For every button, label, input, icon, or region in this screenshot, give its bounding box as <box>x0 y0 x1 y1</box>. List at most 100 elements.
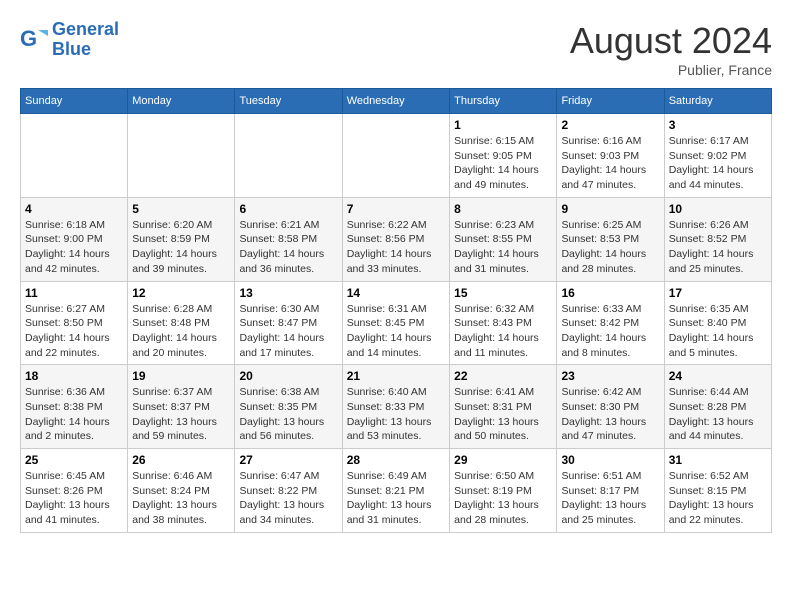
calendar-cell <box>21 114 128 198</box>
location: Publier, France <box>570 62 772 78</box>
day-number: 4 <box>25 202 123 216</box>
day-info: Sunrise: 6:47 AM Sunset: 8:22 PM Dayligh… <box>239 469 337 528</box>
day-number: 31 <box>669 453 767 467</box>
day-number: 23 <box>561 369 659 383</box>
day-number: 11 <box>25 286 123 300</box>
day-info: Sunrise: 6:50 AM Sunset: 8:19 PM Dayligh… <box>454 469 552 528</box>
day-info: Sunrise: 6:23 AM Sunset: 8:55 PM Dayligh… <box>454 218 552 277</box>
calendar-cell: 31 Sunrise: 6:52 AM Sunset: 8:15 PM Dayli… <box>664 449 771 533</box>
day-number: 14 <box>347 286 445 300</box>
svg-text:G: G <box>20 26 37 51</box>
day-info: Sunrise: 6:18 AM Sunset: 9:00 PM Dayligh… <box>25 218 123 277</box>
day-of-week-header: Saturday <box>664 89 771 114</box>
day-number: 24 <box>669 369 767 383</box>
calendar-cell <box>128 114 235 198</box>
calendar-cell: 16 Sunrise: 6:33 AM Sunset: 8:42 PM Dayli… <box>557 281 664 365</box>
calendar-cell: 17 Sunrise: 6:35 AM Sunset: 8:40 PM Dayli… <box>664 281 771 365</box>
calendar-cell: 6Sunrise: 6:21 AM Sunset: 8:58 PM Daylig… <box>235 197 342 281</box>
day-number: 25 <box>25 453 123 467</box>
calendar-cell: 19Sunrise: 6:37 AM Sunset: 8:37 PM Dayli… <box>128 365 235 449</box>
logo-line2: Blue <box>52 39 91 59</box>
day-of-week-header: Monday <box>128 89 235 114</box>
calendar-cell: 7 Sunrise: 6:22 AM Sunset: 8:56 PM Daylig… <box>342 197 449 281</box>
day-number: 13 <box>239 286 337 300</box>
page-header: G General Blue August 2024 Publier, Fran… <box>20 20 772 78</box>
day-info: Sunrise: 6:28 AM Sunset: 8:48 PM Dayligh… <box>132 302 230 361</box>
calendar-cell: 12Sunrise: 6:28 AM Sunset: 8:48 PM Dayli… <box>128 281 235 365</box>
calendar-cell: 11 Sunrise: 6:27 AM Sunset: 8:50 PM Dayli… <box>21 281 128 365</box>
logo-icon: G <box>20 26 48 54</box>
day-of-week-header: Tuesday <box>235 89 342 114</box>
day-number: 10 <box>669 202 767 216</box>
day-number: 17 <box>669 286 767 300</box>
calendar-cell: 22Sunrise: 6:41 AM Sunset: 8:31 PM Dayli… <box>450 365 557 449</box>
day-info: Sunrise: 6:51 AM Sunset: 8:17 PM Dayligh… <box>561 469 659 528</box>
calendar-body: 1 Sunrise: 6:15 AM Sunset: 9:05 PM Daylig… <box>21 114 772 533</box>
title-block: August 2024 Publier, France <box>570 20 772 78</box>
day-info: Sunrise: 6:26 AM Sunset: 8:52 PM Dayligh… <box>669 218 767 277</box>
day-number: 15 <box>454 286 552 300</box>
day-of-week-header: Friday <box>557 89 664 114</box>
day-number: 26 <box>132 453 230 467</box>
calendar-week-row: 4 Sunrise: 6:18 AM Sunset: 9:00 PM Daylig… <box>21 197 772 281</box>
day-info: Sunrise: 6:52 AM Sunset: 8:15 PM Dayligh… <box>669 469 767 528</box>
calendar-cell: 15 Sunrise: 6:32 AM Sunset: 8:43 PM Dayli… <box>450 281 557 365</box>
day-number: 30 <box>561 453 659 467</box>
day-info: Sunrise: 6:46 AM Sunset: 8:24 PM Dayligh… <box>132 469 230 528</box>
calendar-cell: 24Sunrise: 6:44 AM Sunset: 8:28 PM Dayli… <box>664 365 771 449</box>
calendar-cell: 30 Sunrise: 6:51 AM Sunset: 8:17 PM Dayli… <box>557 449 664 533</box>
day-number: 29 <box>454 453 552 467</box>
day-info: Sunrise: 6:25 AM Sunset: 8:53 PM Dayligh… <box>561 218 659 277</box>
day-number: 28 <box>347 453 445 467</box>
day-info: Sunrise: 6:32 AM Sunset: 8:43 PM Dayligh… <box>454 302 552 361</box>
calendar-week-row: 1 Sunrise: 6:15 AM Sunset: 9:05 PM Daylig… <box>21 114 772 198</box>
calendar-cell: 21Sunrise: 6:40 AM Sunset: 8:33 PM Dayli… <box>342 365 449 449</box>
calendar-cell: 13Sunrise: 6:30 AM Sunset: 8:47 PM Dayli… <box>235 281 342 365</box>
day-number: 3 <box>669 118 767 132</box>
day-of-week-header: Wednesday <box>342 89 449 114</box>
day-info: Sunrise: 6:22 AM Sunset: 8:56 PM Dayligh… <box>347 218 445 277</box>
day-info: Sunrise: 6:38 AM Sunset: 8:35 PM Dayligh… <box>239 385 337 444</box>
day-of-week-header: Thursday <box>450 89 557 114</box>
day-info: Sunrise: 6:40 AM Sunset: 8:33 PM Dayligh… <box>347 385 445 444</box>
calendar-cell: 3 Sunrise: 6:17 AM Sunset: 9:02 PM Daylig… <box>664 114 771 198</box>
day-info: Sunrise: 6:27 AM Sunset: 8:50 PM Dayligh… <box>25 302 123 361</box>
day-number: 1 <box>454 118 552 132</box>
calendar-week-row: 11 Sunrise: 6:27 AM Sunset: 8:50 PM Dayli… <box>21 281 772 365</box>
day-info: Sunrise: 6:33 AM Sunset: 8:42 PM Dayligh… <box>561 302 659 361</box>
day-info: Sunrise: 6:49 AM Sunset: 8:21 PM Dayligh… <box>347 469 445 528</box>
calendar-cell <box>342 114 449 198</box>
calendar-week-row: 25 Sunrise: 6:45 AM Sunset: 8:26 PM Dayli… <box>21 449 772 533</box>
day-number: 20 <box>239 369 337 383</box>
calendar-cell: 14 Sunrise: 6:31 AM Sunset: 8:45 PM Dayli… <box>342 281 449 365</box>
calendar-cell: 5 Sunrise: 6:20 AM Sunset: 8:59 PM Daylig… <box>128 197 235 281</box>
calendar-week-row: 18Sunrise: 6:36 AM Sunset: 8:38 PM Dayli… <box>21 365 772 449</box>
day-number: 16 <box>561 286 659 300</box>
day-info: Sunrise: 6:45 AM Sunset: 8:26 PM Dayligh… <box>25 469 123 528</box>
day-info: Sunrise: 6:20 AM Sunset: 8:59 PM Dayligh… <box>132 218 230 277</box>
calendar-cell: 2Sunrise: 6:16 AM Sunset: 9:03 PM Daylig… <box>557 114 664 198</box>
calendar-cell: 26 Sunrise: 6:46 AM Sunset: 8:24 PM Dayli… <box>128 449 235 533</box>
calendar-cell <box>235 114 342 198</box>
day-number: 7 <box>347 202 445 216</box>
day-info: Sunrise: 6:35 AM Sunset: 8:40 PM Dayligh… <box>669 302 767 361</box>
day-info: Sunrise: 6:31 AM Sunset: 8:45 PM Dayligh… <box>347 302 445 361</box>
calendar-cell: 9 Sunrise: 6:25 AM Sunset: 8:53 PM Daylig… <box>557 197 664 281</box>
calendar-cell: 4 Sunrise: 6:18 AM Sunset: 9:00 PM Daylig… <box>21 197 128 281</box>
day-number: 27 <box>239 453 337 467</box>
day-number: 5 <box>132 202 230 216</box>
day-info: Sunrise: 6:36 AM Sunset: 8:38 PM Dayligh… <box>25 385 123 444</box>
day-info: Sunrise: 6:15 AM Sunset: 9:05 PM Dayligh… <box>454 134 552 193</box>
day-info: Sunrise: 6:17 AM Sunset: 9:02 PM Dayligh… <box>669 134 767 193</box>
calendar-cell: 23 Sunrise: 6:42 AM Sunset: 8:30 PM Dayli… <box>557 365 664 449</box>
day-info: Sunrise: 6:37 AM Sunset: 8:37 PM Dayligh… <box>132 385 230 444</box>
day-number: 9 <box>561 202 659 216</box>
calendar-cell: 29 Sunrise: 6:50 AM Sunset: 8:19 PM Dayli… <box>450 449 557 533</box>
calendar-cell: 28 Sunrise: 6:49 AM Sunset: 8:21 PM Dayli… <box>342 449 449 533</box>
day-info: Sunrise: 6:41 AM Sunset: 8:31 PM Dayligh… <box>454 385 552 444</box>
day-info: Sunrise: 6:42 AM Sunset: 8:30 PM Dayligh… <box>561 385 659 444</box>
calendar-cell: 10 Sunrise: 6:26 AM Sunset: 8:52 PM Dayli… <box>664 197 771 281</box>
day-info: Sunrise: 6:16 AM Sunset: 9:03 PM Dayligh… <box>561 134 659 193</box>
logo: G General Blue <box>20 20 119 60</box>
calendar-cell: 20 Sunrise: 6:38 AM Sunset: 8:35 PM Dayli… <box>235 365 342 449</box>
